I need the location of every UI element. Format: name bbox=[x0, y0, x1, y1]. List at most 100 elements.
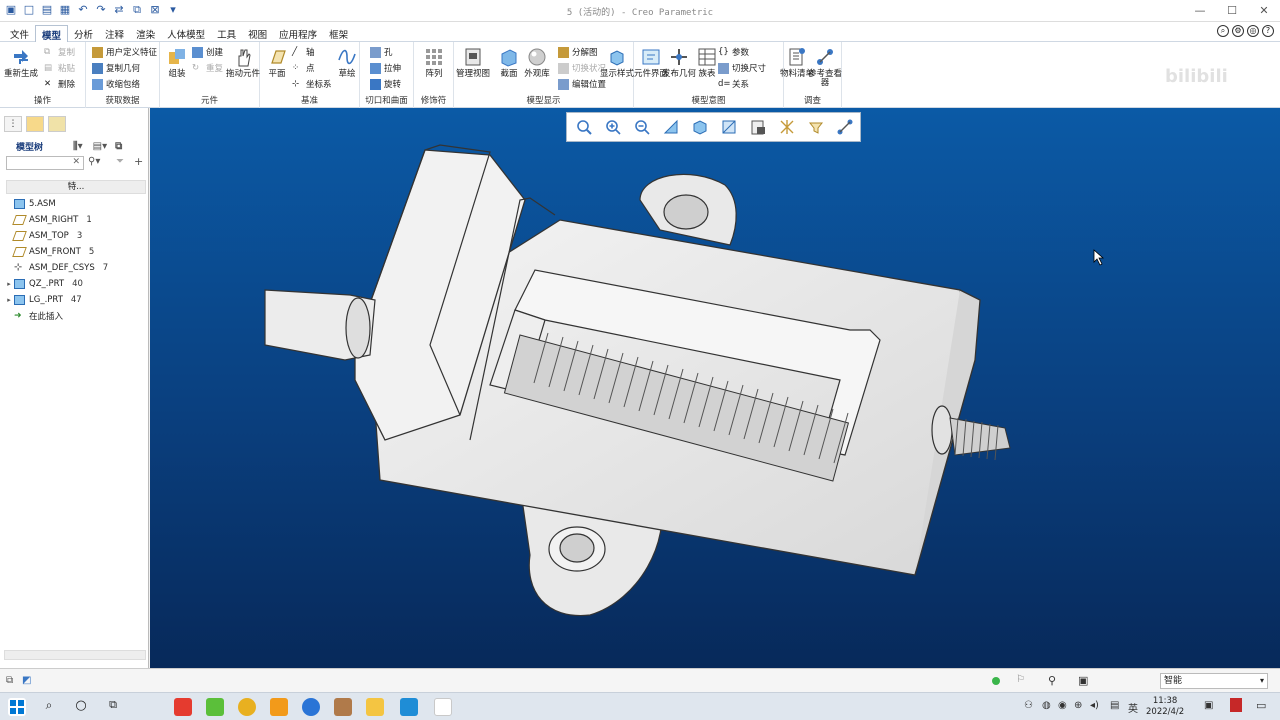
search-icon[interactable]: ⌕ bbox=[1217, 25, 1229, 37]
hole-button[interactable]: 孔 bbox=[370, 44, 393, 60]
windows-start-icon[interactable] bbox=[8, 698, 26, 716]
tree-column-header[interactable]: 特... bbox=[6, 180, 146, 194]
create-component-button[interactable]: 创建 bbox=[192, 44, 223, 60]
exploded-view-button[interactable]: 分解图 bbox=[558, 44, 598, 60]
delete-button[interactable]: ✕ 删除 bbox=[44, 76, 75, 92]
shrinkwrap-button[interactable]: 收缩包络 bbox=[92, 76, 140, 92]
switch-dimensions-button[interactable]: 切换尺寸 bbox=[718, 60, 766, 76]
tree-node[interactable]: ⊹ ASM_DEF_CSYS 7 bbox=[4, 260, 146, 276]
creo-icon[interactable] bbox=[434, 698, 452, 716]
relations-button[interactable]: d= 关系 bbox=[718, 76, 749, 92]
app-blue-icon[interactable] bbox=[302, 698, 320, 716]
wps-icon[interactable] bbox=[174, 698, 192, 716]
tree-node[interactable]: 5.ASM bbox=[4, 196, 146, 212]
app-icon[interactable]: ▣ bbox=[4, 3, 18, 17]
taskbar-clock[interactable]: 11:38 2022/4/2 bbox=[1146, 696, 1184, 718]
undo-icon[interactable]: ↶ bbox=[76, 3, 90, 17]
app-green-icon[interactable] bbox=[206, 698, 224, 716]
copy-button[interactable]: ⧉ 复制 bbox=[44, 44, 75, 60]
graphics-viewport[interactable] bbox=[150, 108, 1280, 668]
group-label-model-intent[interactable]: 模型意图 bbox=[634, 94, 783, 106]
action-center-icon[interactable]: ▭ bbox=[1256, 699, 1266, 712]
display-style-button[interactable]: 显示样式 bbox=[600, 42, 634, 79]
selection-filter-icon[interactable]: ▣ bbox=[1078, 674, 1088, 687]
toggle-status-button[interactable]: 切换状况 bbox=[558, 60, 606, 76]
group-label-operations[interactable]: 操作 bbox=[0, 94, 85, 106]
find-tool-icon[interactable]: ⚲ bbox=[1048, 674, 1056, 687]
open-icon[interactable]: ▤ bbox=[40, 3, 54, 17]
community-icon[interactable]: ◎ bbox=[1247, 25, 1259, 37]
tree-settings-icon[interactable]: ⫼▾ bbox=[73, 141, 83, 152]
notification-badge-icon[interactable] bbox=[1230, 698, 1242, 712]
tree-node[interactable]: ▸ QZ_.PRT 40 bbox=[4, 276, 146, 292]
file-explorer-icon[interactable] bbox=[366, 698, 384, 716]
clear-search-icon[interactable]: ✕ bbox=[72, 157, 80, 167]
udf-button[interactable]: 用户定义特征 bbox=[92, 44, 157, 60]
regenerate-button[interactable]: 重新生成 bbox=[4, 42, 38, 79]
group-label-modifiers[interactable]: 修饰符 bbox=[414, 94, 453, 106]
close-window-icon[interactable]: ⊠ bbox=[148, 3, 162, 17]
tree-search-input[interactable]: ✕ bbox=[6, 156, 84, 170]
app-orange-icon[interactable] bbox=[270, 698, 288, 716]
folder-tab-icon[interactable] bbox=[26, 116, 44, 132]
tree-horizontal-scrollbar[interactable] bbox=[4, 650, 146, 660]
ime-icon[interactable]: 英 bbox=[1128, 700, 1138, 715]
edit-position-button[interactable]: 编辑位置 bbox=[558, 76, 606, 92]
copy-geometry-button[interactable]: 复制几何 bbox=[92, 60, 140, 76]
point-button[interactable]: ⁘ 点 bbox=[292, 60, 315, 76]
regenerate-icon[interactable]: ⇄ bbox=[112, 3, 126, 17]
redo-icon[interactable]: ↷ bbox=[94, 3, 108, 17]
selection-filter-select[interactable]: 智能 ▾ bbox=[1160, 673, 1268, 689]
drag-component-button[interactable]: 拖动元件 bbox=[226, 42, 260, 79]
group-label-cuts-surfaces[interactable]: 切口和曲面 bbox=[360, 94, 413, 106]
windows-icon[interactable]: ⧉ bbox=[130, 3, 144, 17]
repeat-button[interactable]: ↻ 重复 bbox=[192, 60, 223, 76]
reference-viewer-button[interactable]: 参考查看器 bbox=[808, 42, 842, 88]
tree-node[interactable]: ASM_FRONT 5 bbox=[4, 244, 146, 260]
tree-tab-icon[interactable]: ⋮ bbox=[4, 116, 22, 132]
tray-icon-2[interactable]: ◉ bbox=[1058, 700, 1067, 711]
tray-icon-4[interactable]: ▣ bbox=[1204, 700, 1213, 711]
appearance-gallery-button[interactable]: 外观库 bbox=[520, 42, 554, 79]
tray-people-icon[interactable]: ⚇ bbox=[1024, 700, 1033, 711]
group-label-model-display[interactable]: 模型显示 bbox=[454, 94, 633, 106]
close-button[interactable]: ✕ bbox=[1248, 0, 1280, 22]
find-icon[interactable]: ⚲▾ bbox=[88, 156, 100, 167]
minimize-button[interactable]: — bbox=[1184, 0, 1216, 22]
axis-button[interactable]: ╱ 轴 bbox=[292, 44, 315, 60]
status-browser-icon[interactable]: ◩ bbox=[22, 675, 31, 686]
cortana-icon[interactable]: ○ bbox=[72, 698, 90, 716]
app-window-icon[interactable] bbox=[400, 698, 418, 716]
group-label-component[interactable]: 元件 bbox=[160, 94, 259, 106]
chrome-icon[interactable] bbox=[238, 698, 256, 716]
volume-icon[interactable]: ◂) bbox=[1090, 700, 1099, 711]
paste-button[interactable]: ▤ 粘贴 bbox=[44, 60, 75, 76]
settings-icon[interactable]: ⚙ bbox=[1232, 25, 1244, 37]
network-icon[interactable]: ▤ bbox=[1110, 700, 1119, 711]
tray-icon-3[interactable]: ⊕ bbox=[1074, 700, 1082, 711]
tree-node[interactable]: ASM_TOP 3 bbox=[4, 228, 146, 244]
tree-columns-icon[interactable]: ⧉ bbox=[115, 141, 122, 152]
pattern-button[interactable]: 阵列 bbox=[417, 42, 451, 79]
vise-model[interactable] bbox=[150, 108, 1280, 668]
plane-button[interactable]: 平面 bbox=[260, 42, 294, 79]
tray-icon-1[interactable]: ◍ bbox=[1042, 700, 1051, 711]
group-label-investigate[interactable]: 调查 bbox=[784, 94, 841, 106]
tree-node[interactable]: ▸ LG_.PRT 47 bbox=[4, 292, 146, 308]
maximize-button[interactable]: ☐ bbox=[1216, 0, 1248, 22]
tree-node[interactable]: ASM_RIGHT 1 bbox=[4, 212, 146, 228]
new-icon[interactable]: □ bbox=[22, 3, 36, 17]
add-icon[interactable]: + bbox=[134, 155, 143, 168]
expand-arrow-icon[interactable]: ▸ bbox=[4, 296, 14, 304]
manage-views-button[interactable]: 管理视图 bbox=[456, 42, 490, 79]
save-icon[interactable]: ▦ bbox=[58, 3, 72, 17]
customize-icon[interactable]: ▾ bbox=[166, 3, 180, 17]
app-brown-icon[interactable] bbox=[334, 698, 352, 716]
help-icon[interactable]: ? bbox=[1262, 25, 1274, 37]
sketch-button[interactable]: 草绘 bbox=[330, 42, 364, 79]
status-nav-icon[interactable]: ⧉ bbox=[6, 675, 13, 686]
group-label-get-data[interactable]: 获取数据 bbox=[86, 94, 159, 106]
filter-icon[interactable]: ⏷ bbox=[116, 156, 124, 167]
tree-filter-icon[interactable]: ▤▾ bbox=[93, 141, 107, 152]
expand-arrow-icon[interactable]: ▸ bbox=[4, 280, 14, 288]
